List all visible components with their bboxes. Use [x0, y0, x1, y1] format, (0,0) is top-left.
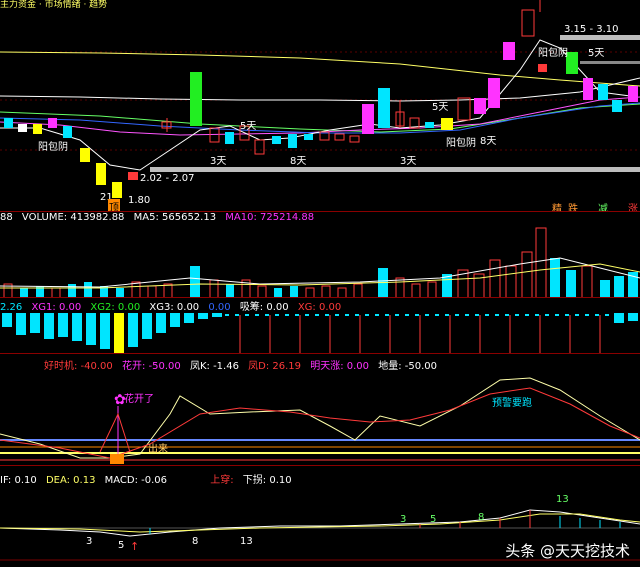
- macd-n5: 5: [118, 540, 125, 551]
- macd-n8: 8: [192, 536, 199, 547]
- label-yangbaoyin-right: 阳包阴: [538, 48, 568, 59]
- macd-n3b: 3: [400, 514, 407, 525]
- label-chulai: 出来: [148, 444, 168, 455]
- resistance-band-2: [580, 61, 640, 64]
- dea-line: [0, 513, 640, 533]
- indicator2-chart: ✿: [0, 377, 640, 464]
- label-range-low: 2.02 - 2.07: [140, 173, 195, 184]
- label-days5-b: 5天: [432, 102, 449, 113]
- macd-n5b: 5: [430, 514, 437, 525]
- label-days5-a: 5天: [240, 121, 257, 132]
- indicator1-chart: [2, 313, 638, 354]
- macd-n3: 3: [86, 536, 93, 547]
- volume-ma5: [0, 257, 640, 288]
- support-band: [150, 167, 640, 172]
- volume-pane[interactable]: 88 VOLUME: 413982.88 MA5: 565652.13 MA10…: [0, 212, 640, 298]
- volume-ma10: [0, 263, 640, 289]
- signal-marker: [110, 454, 124, 464]
- resistance-band-1: [560, 35, 640, 40]
- watermark: 头条 @天天挖技术: [505, 542, 630, 560]
- label-range-high: 3.15 - 3.10: [564, 24, 619, 35]
- ma-line-white: [0, 77, 640, 102]
- label-alert: 预警要跑: [492, 398, 532, 409]
- indicator2-pane[interactable]: 好时机: -40.00 花开: -50.00 凤K: -1.46 凤D: 26.…: [0, 354, 640, 466]
- label-days8-a: 8天: [290, 156, 307, 167]
- label-flower: 花开了: [124, 394, 154, 405]
- fengk-line: [0, 377, 640, 459]
- label-days5-c: 5天: [588, 48, 605, 59]
- macd-n8b: 8: [478, 512, 485, 523]
- indicator1-pane[interactable]: 2.26 XG1: 0.00 XG2: 0.00 XG3: 0.00 0.00 …: [0, 298, 640, 354]
- volume-chart: [0, 227, 640, 298]
- macd-n13: 13: [240, 536, 253, 547]
- label-yangbaoyin-mid: 阳包阴: [446, 138, 476, 149]
- label-days3-b: 3天: [400, 156, 417, 167]
- kline-chart: [0, 0, 640, 198]
- ma-line-blue: [0, 102, 640, 134]
- label-low-price: 1.80: [128, 195, 151, 206]
- kline-pane[interactable]: 主力资金 · 市场情绪 · 趋势 阳包阴 2.02 - 2.07 21 1.80…: [0, 0, 640, 212]
- indicator1-bars: [2, 313, 638, 353]
- label-days3-a: 3天: [210, 156, 227, 167]
- ma-line-green: [0, 103, 640, 133]
- label-yangbaoyin-left: 阳包阴: [38, 142, 68, 153]
- label-days8-b: 8天: [480, 136, 497, 147]
- up-arrow-icon: ↑: [130, 540, 139, 553]
- macd-n13b: 13: [556, 494, 569, 505]
